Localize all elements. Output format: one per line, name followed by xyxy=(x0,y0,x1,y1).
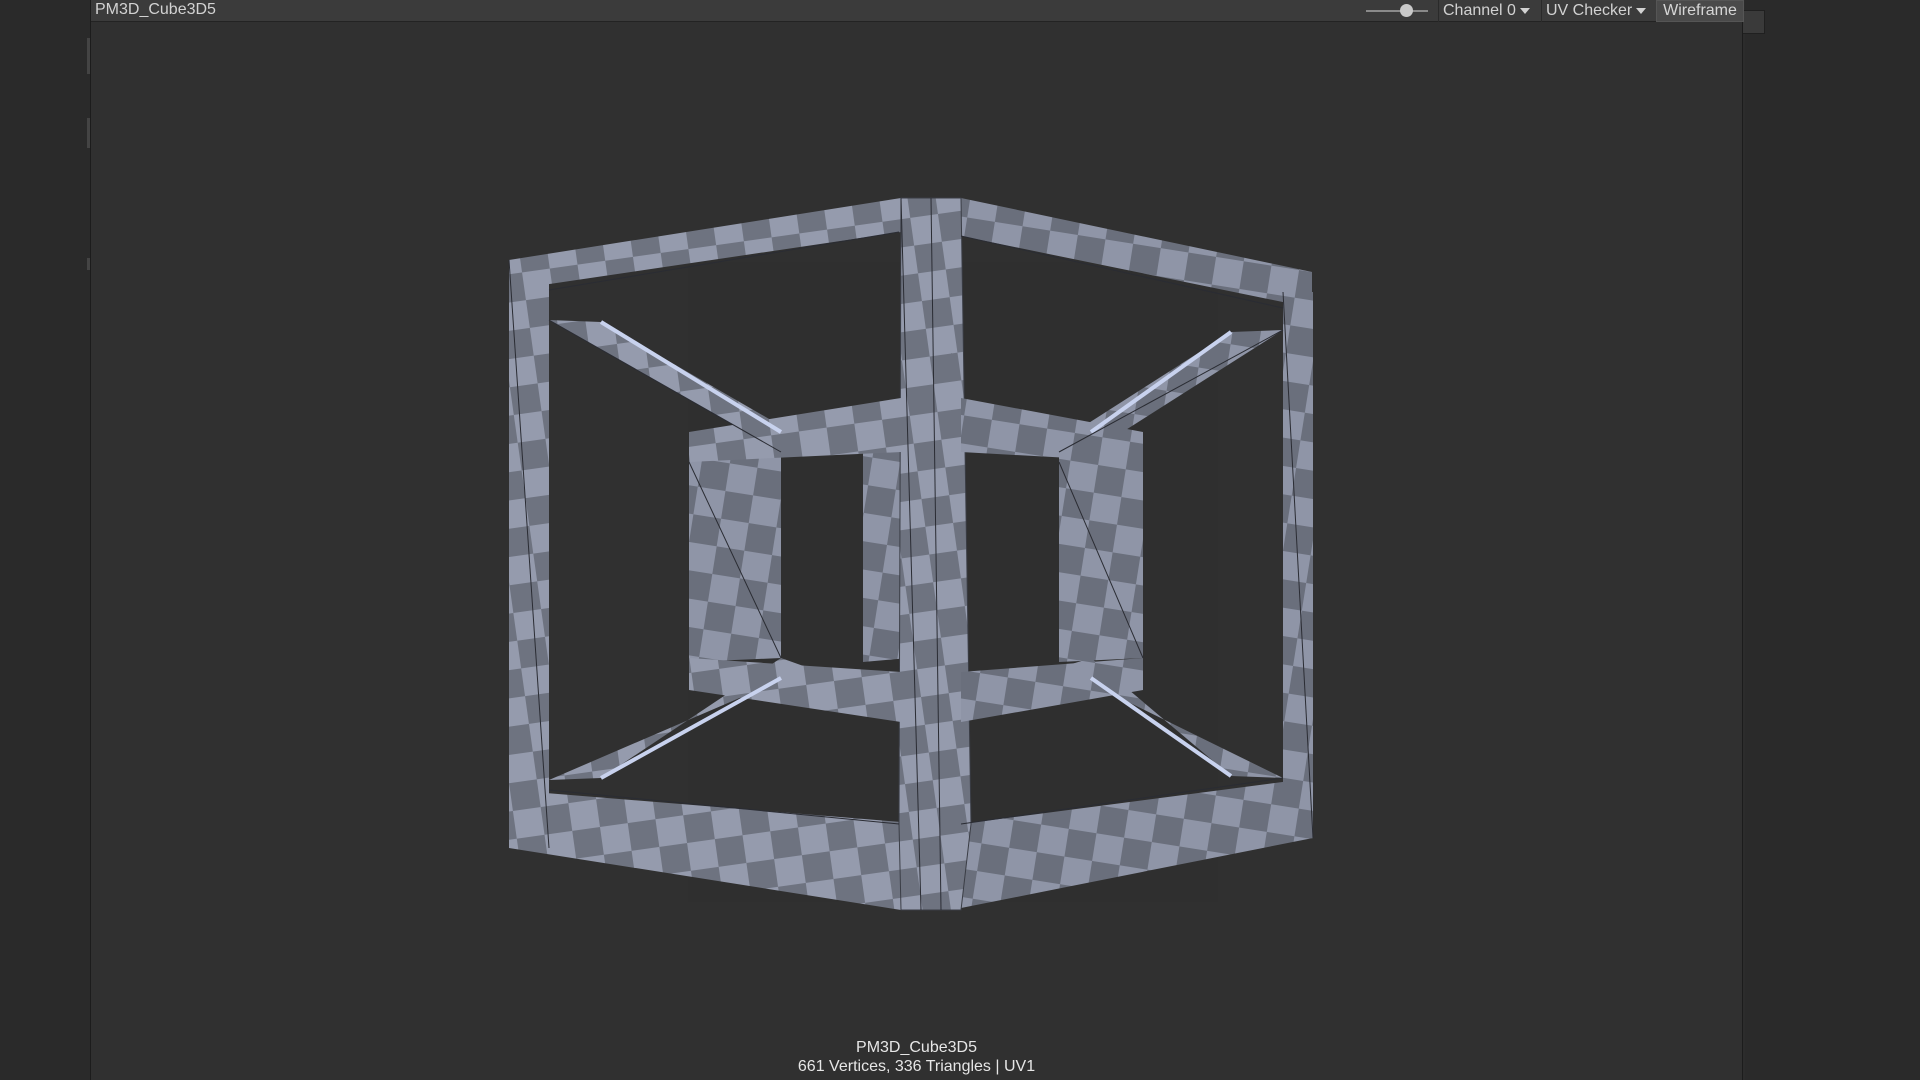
uv-channel-label: Channel 0 xyxy=(1443,2,1516,19)
front-pillar xyxy=(898,197,972,911)
view-mode-dropdown[interactable]: UV Checker xyxy=(1541,0,1654,22)
zoom-slider-handle[interactable] xyxy=(1400,4,1414,17)
mesh-preview-viewport[interactable]: PM3D_Cube3D5 661 Vertices, 336 Triangles… xyxy=(91,22,1742,1080)
chevron-down-icon xyxy=(1636,7,1647,14)
view-mode-label: UV Checker xyxy=(1546,2,1633,19)
preview-toolbar: PM3D_Cube3D5 Channel 0 UV Checker Wirefr… xyxy=(91,0,1744,22)
window-title: PM3D_Cube3D5 xyxy=(95,1,216,18)
inner-left-post xyxy=(689,448,781,662)
right-dock-panel xyxy=(1745,0,1920,1080)
mesh-stats-label: 661 Vertices, 336 Triangles | UV1 xyxy=(797,1058,1036,1075)
inner-right-post xyxy=(1059,448,1143,662)
left-dock-panel xyxy=(0,0,90,1080)
mesh-preview-window: PM3D_Cube3D5 Channel 0 UV Checker Wirefr… xyxy=(90,0,1744,1080)
editor-screen: ame PM3D_Cube3D5 Channel 0 UV Checker Wi… xyxy=(0,0,1920,1080)
chevron-down-icon xyxy=(1519,7,1530,14)
zoom-slider-track[interactable] xyxy=(1366,10,1428,12)
uv-channel-dropdown[interactable]: Channel 0 xyxy=(1438,0,1532,22)
mesh-name-label: PM3D_Cube3D5 xyxy=(856,1039,977,1056)
mesh-render xyxy=(508,197,1314,911)
wireframe-toggle-button[interactable]: Wireframe xyxy=(1656,0,1744,22)
